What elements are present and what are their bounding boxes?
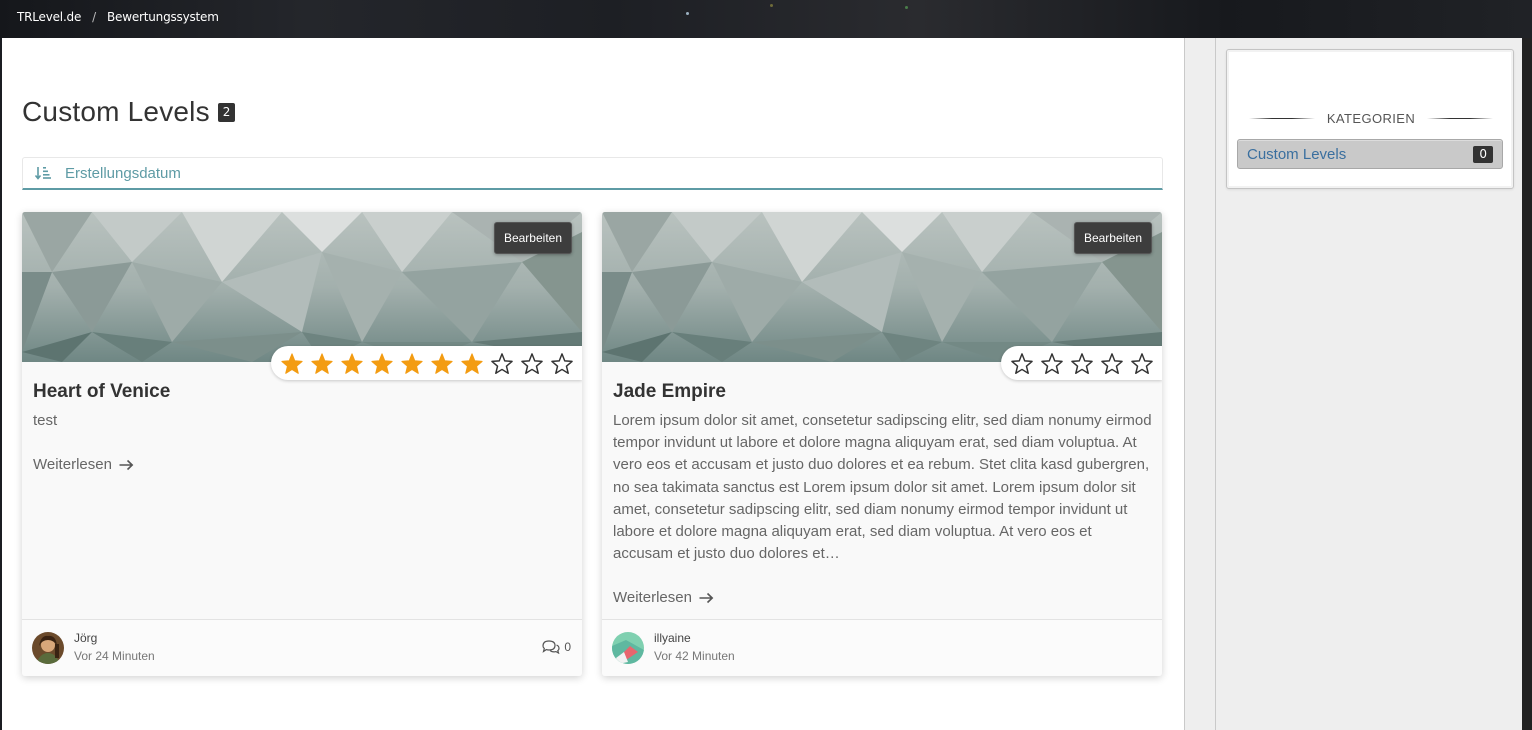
star-empty-icon[interactable]	[521, 352, 543, 374]
page-title-text: Custom Levels	[22, 96, 210, 127]
star-rating[interactable]	[1001, 346, 1162, 380]
content-gutter	[1184, 38, 1216, 730]
star-filled-icon[interactable]	[341, 352, 363, 374]
star-rating[interactable]	[271, 346, 582, 380]
author-name[interactable]: Jörg	[74, 631, 97, 645]
star-empty-icon[interactable]	[1131, 352, 1153, 374]
breadcrumb-separator: /	[92, 10, 97, 24]
page-title: Custom Levels 2	[22, 96, 236, 128]
star-filled-icon[interactable]	[401, 352, 423, 374]
breadcrumb: TRLevel.de / Bewertungssystem	[17, 10, 219, 24]
author-name[interactable]: illyaine	[654, 631, 691, 645]
star-empty-icon[interactable]	[491, 352, 513, 374]
card-footer: illyaine Vor 42 Minuten	[602, 619, 1162, 676]
card-excerpt: test	[33, 412, 58, 429]
star-empty-icon[interactable]	[1071, 352, 1093, 374]
sort-amount-down-icon[interactable]	[35, 166, 51, 180]
sort-bar: Erstellungsdatum	[22, 157, 1163, 190]
post-time: Vor 24 Minuten	[74, 649, 155, 663]
categories-heading: KATEGORIEN	[1227, 111, 1515, 126]
top-header-bar: TRLevel.de / Bewertungssystem	[0, 0, 1532, 38]
category-item-custom-levels[interactable]: Custom Levels 0	[1237, 139, 1503, 169]
card-footer: Jörg Vor 24 Minuten 0	[22, 619, 582, 676]
edit-button[interactable]: Bearbeiten	[493, 222, 572, 254]
author-avatar[interactable]	[32, 632, 64, 664]
window-edge	[1522, 38, 1532, 730]
arrow-right-icon	[119, 459, 134, 470]
sidebar: KATEGORIEN Custom Levels 0	[1216, 38, 1522, 730]
read-more-link[interactable]: Weiterlesen	[613, 589, 714, 606]
card-banner-image[interactable]: Bearbeiten	[602, 212, 1162, 362]
star-filled-icon[interactable]	[431, 352, 453, 374]
heading-divider	[1248, 118, 1315, 119]
card-title[interactable]: Jade Empire	[613, 381, 726, 403]
star-filled-icon[interactable]	[461, 352, 483, 374]
author-avatar[interactable]	[612, 632, 644, 664]
card-banner-image[interactable]: Bearbeiten	[22, 212, 582, 362]
star-empty-icon[interactable]	[551, 352, 573, 374]
comments-icon	[542, 640, 560, 654]
header-background-light	[770, 4, 773, 7]
post-time: Vor 42 Minuten	[654, 649, 735, 663]
level-count-badge: 2	[217, 102, 236, 122]
breadcrumb-home-link[interactable]: TRLevel.de	[17, 10, 81, 24]
categories-heading-text: KATEGORIEN	[1326, 111, 1416, 126]
categories-box: KATEGORIEN Custom Levels 0	[1226, 49, 1514, 189]
star-empty-icon[interactable]	[1041, 352, 1063, 374]
main-content: Custom Levels 2 Erstellungsdatum Bearbei…	[2, 38, 1184, 730]
star-filled-icon[interactable]	[371, 352, 393, 374]
arrow-right-icon	[699, 592, 714, 603]
breadcrumb-current[interactable]: Bewertungssystem	[107, 10, 219, 24]
star-filled-icon[interactable]	[311, 352, 333, 374]
card-excerpt: Lorem ipsum dolor sit amet, consetetur s…	[613, 412, 1152, 563]
level-card: Bearbeiten Heart of Venice test Weiterle…	[22, 212, 582, 676]
read-more-label: Weiterlesen	[33, 456, 112, 473]
star-filled-icon[interactable]	[281, 352, 303, 374]
read-more-label: Weiterlesen	[613, 589, 692, 606]
header-background-light	[905, 6, 908, 9]
card-title[interactable]: Heart of Venice	[33, 381, 170, 403]
star-empty-icon[interactable]	[1101, 352, 1123, 374]
sort-option-creation-date[interactable]: Erstellungsdatum	[65, 165, 181, 182]
comments-count-value: 0	[564, 640, 571, 654]
heading-divider	[1427, 118, 1494, 119]
star-empty-icon[interactable]	[1011, 352, 1033, 374]
level-card: Bearbeiten Jade Empire Lorem ipsum dolor…	[602, 212, 1162, 676]
read-more-link[interactable]: Weiterlesen	[33, 456, 134, 473]
category-count-badge: 0	[1473, 145, 1493, 163]
comments-count[interactable]: 0	[542, 640, 571, 654]
category-item-label: Custom Levels	[1247, 145, 1347, 163]
header-background-light	[686, 12, 689, 15]
edit-button[interactable]: Bearbeiten	[1073, 222, 1152, 254]
